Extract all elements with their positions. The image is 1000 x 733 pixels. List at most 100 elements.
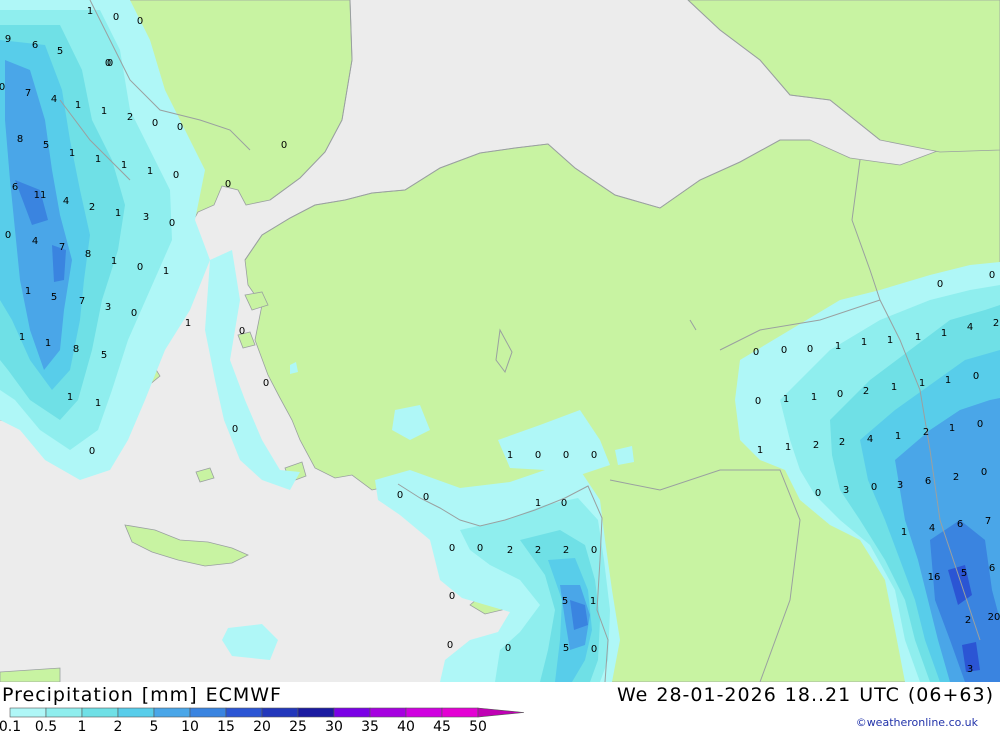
precip-value-label: 0	[535, 450, 541, 461]
precip-value-label: 1	[95, 154, 101, 165]
map-title: Precipitation [mm] ECMWF	[2, 684, 290, 706]
legend-label: 40	[397, 719, 415, 733]
precip-value-label: 3	[843, 485, 849, 496]
precip-value-label: 4	[867, 434, 873, 445]
precip-value-label: 0	[561, 498, 567, 509]
precip-value-label: 2	[863, 386, 869, 397]
precip-value-label: 0	[505, 643, 511, 654]
precip-value-label: 0	[477, 543, 483, 554]
legend-label: 35	[361, 719, 379, 733]
legend-label: 45	[433, 719, 451, 733]
precip-value-label: 1	[783, 394, 789, 405]
precip-value-label: 1	[185, 318, 191, 329]
precip-value-label: 0	[449, 591, 455, 602]
title-label: Precipitation	[2, 684, 134, 706]
legend-label: 1	[78, 719, 87, 733]
precip-value-label: 9	[5, 34, 11, 45]
precip-value-label: 1	[115, 208, 121, 219]
valid-date: 28-01-2026	[656, 684, 777, 706]
precip-value-label: 1	[19, 332, 25, 343]
precip-value-label: 6	[12, 182, 18, 193]
precip-value-label: 2	[813, 440, 819, 451]
precip-value-label: 1	[895, 431, 901, 442]
precip-value-label: 8	[73, 344, 79, 355]
precip-value-label: 1	[941, 328, 947, 339]
precip-value-label: 3	[105, 302, 111, 313]
valid-time: We 28-01-2026 18..21 UTC (06+63)	[609, 684, 994, 706]
precip-value-label: 0	[89, 446, 95, 457]
precip-value-label: 1	[887, 335, 893, 346]
precip-value-label: 20	[988, 612, 1000, 623]
legend-label: 0.5	[35, 719, 57, 733]
precip-value-label: 1	[891, 382, 897, 393]
precip-value-label: 1	[101, 106, 107, 117]
precip-value-label: 5	[43, 140, 49, 151]
precip-value-label: 0	[871, 482, 877, 493]
legend-swatch	[117, 707, 155, 718]
precip-value-label: 2	[965, 615, 971, 626]
legend-arrow	[477, 707, 525, 718]
precip-value-label: 6	[32, 40, 38, 51]
precip-value-label: 1	[785, 442, 791, 453]
precip-value-label: 0	[563, 450, 569, 461]
precip-value-label: 0	[239, 326, 245, 337]
precip-value-label: 1	[811, 392, 817, 403]
precip-value-label: 1	[945, 375, 951, 386]
precip-value-label: 0	[281, 140, 287, 151]
precip-value-label: 1	[147, 166, 153, 177]
legend-label: 0.1	[0, 719, 21, 733]
precip-value-label: 0	[755, 396, 761, 407]
precip-value-label: 1	[95, 398, 101, 409]
precip-value-label: 5	[563, 643, 569, 654]
precip-value-label: 1	[75, 100, 81, 111]
precip-value-label: 3	[143, 212, 149, 223]
precip-value-label: 1	[87, 6, 93, 17]
legend-swatch	[153, 707, 191, 718]
legend-label: 50	[469, 719, 487, 733]
precip-value-label: 5	[101, 350, 107, 361]
legend-swatch	[441, 707, 479, 718]
legend-label: 5	[150, 719, 159, 733]
precip-value-label: 5	[51, 292, 57, 303]
precip-value-label: 0	[177, 122, 183, 133]
precip-value-label: 3	[967, 664, 973, 675]
legend-label: 25	[289, 719, 307, 733]
precip-value-label: 0	[107, 58, 113, 69]
precip-value-label: 0	[981, 467, 987, 478]
precip-value-label: 0	[263, 378, 269, 389]
precip-value-label: 0	[815, 488, 821, 499]
precip-value-label: 16	[928, 572, 941, 583]
precip-value-label: 4	[63, 196, 69, 207]
precip-value-label: 1	[111, 256, 117, 267]
legend-swatch	[9, 707, 47, 718]
legend-label: 2	[114, 719, 123, 733]
precip-value-label: 0	[173, 170, 179, 181]
precip-value-label: 0	[973, 371, 979, 382]
precip-value-label: 0	[137, 16, 143, 27]
precip-value-label: 1	[25, 286, 31, 297]
legend-swatch	[333, 707, 371, 718]
precip-value-label: 0	[447, 640, 453, 651]
precip-value-label: 4	[967, 322, 973, 333]
precip-value-label: 1	[757, 445, 763, 456]
precip-value-label: 6	[989, 563, 995, 574]
precip-value-label: 0	[137, 262, 143, 273]
precip-value-label: 0	[131, 308, 137, 319]
precip-value-label: 1	[69, 148, 75, 159]
precip-value-label: 1	[45, 338, 51, 349]
precipitation-legend: 0.1 0.5 1 2 5 10 15 20 25 30 35 40 45 50	[0, 707, 525, 733]
legend-swatch	[369, 707, 407, 718]
legend-label: 30	[325, 719, 343, 733]
precip-value-label: 6	[925, 476, 931, 487]
footer: Precipitation [mm] ECMWF We 28-01-2026 18..2…	[0, 682, 1000, 733]
precip-value-label: 11	[34, 190, 47, 201]
precip-value-label: 3	[897, 480, 903, 491]
precip-value-label: 7	[985, 516, 991, 527]
precip-value-label: 0	[225, 179, 231, 190]
legend-swatch	[45, 707, 83, 718]
precip-value-label: 2	[507, 545, 513, 556]
precip-value-label: 5	[57, 46, 63, 57]
valid-tz: UTC	[859, 684, 900, 706]
valid-hours: 18..21	[784, 684, 852, 706]
credit-link[interactable]: ©weatheronline.co.uk	[856, 716, 978, 729]
